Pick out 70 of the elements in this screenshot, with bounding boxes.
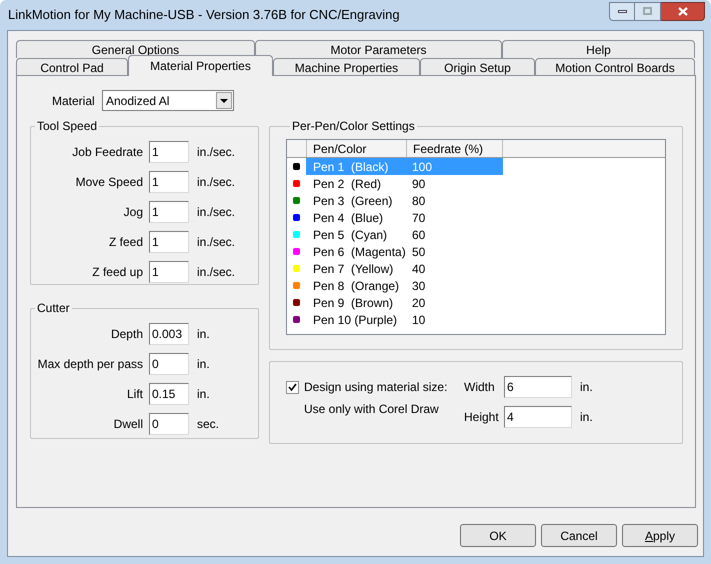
maximize-button[interactable] [635, 2, 661, 20]
field-label: Job Feedrate [71, 144, 144, 161]
input-field[interactable]: 0 [149, 353, 189, 375]
unit-label: in./sec. [197, 234, 236, 251]
tab[interactable]: General Options [16, 40, 255, 58]
unit-label: in./sec. [197, 144, 236, 161]
tab[interactable]: Control Pad [16, 58, 128, 76]
unit-label: in. [197, 356, 210, 373]
unit-label: in. [580, 409, 593, 426]
field-label: Z feed [108, 234, 144, 251]
group-title: Cutter [36, 300, 71, 317]
pen-row[interactable]: Pen 8 (Orange) 30 [306, 277, 503, 294]
pen-row[interactable]: Pen 7 (Yellow) 40 [306, 260, 503, 277]
field-label: Width [464, 379, 496, 396]
field-label: Move Speed [74, 174, 144, 191]
field-label: Height [464, 409, 500, 426]
unit-label: in. [197, 386, 210, 403]
unit-label: in./sec. [197, 264, 236, 281]
minimize-button[interactable] [609, 2, 635, 20]
input-field[interactable]: 0 [149, 413, 189, 435]
input-field[interactable]: 0.15 [149, 383, 189, 405]
input-field[interactable]: 1 [149, 201, 189, 223]
field-label: Jog [122, 204, 144, 221]
window-title: LinkMotion for My Machine-USB - Version 3.76B for CNC/Engraving [8, 6, 400, 24]
input-field[interactable]: 6 [504, 376, 572, 398]
checkbox-label: Design using material size: [304, 379, 448, 396]
dialog-button[interactable]: Apply [622, 524, 698, 547]
unit-label: sec. [197, 416, 220, 433]
checkbox[interactable] [286, 380, 299, 394]
pen-row[interactable]: Pen 6 (Magenta) 50 [306, 243, 503, 260]
tab[interactable]: Motor Parameters [255, 40, 502, 58]
pen-row[interactable]: Pen 5 (Cyan) 60 [306, 226, 503, 243]
pen-row[interactable]: Pen 2 (Red) 90 [306, 175, 503, 192]
input-field[interactable]: 4 [504, 406, 572, 428]
dialog-button[interactable]: Cancel [541, 524, 617, 547]
close-icon [678, 6, 688, 16]
unit-label: in. [580, 379, 593, 396]
tab[interactable]: Origin Setup [420, 58, 535, 76]
group-title: Tool Speed [36, 118, 98, 135]
field-label: Z feed up [91, 264, 144, 281]
check-icon [288, 382, 297, 392]
tab[interactable]: Motion Control Boards [535, 58, 695, 76]
caret-icon [220, 98, 228, 102]
pen-row[interactable]: Pen 3 (Green) 80 [306, 192, 503, 209]
material-label: Material [52, 92, 96, 110]
close-button[interactable] [661, 2, 705, 20]
tab[interactable]: Help [502, 40, 695, 58]
input-field[interactable]: 1 [149, 171, 189, 193]
input-field[interactable]: 1 [149, 141, 189, 163]
pen-row[interactable]: Pen 4 (Blue) 70 [306, 209, 503, 226]
input-field[interactable]: 1 [149, 231, 189, 253]
group-title: Per-Pen/Color Settings [291, 118, 416, 135]
field-label: Lift [126, 386, 144, 403]
unit-label: in./sec. [197, 174, 236, 191]
field-label: Depth [110, 326, 144, 343]
dialog-button[interactable]: OK [460, 524, 536, 547]
input-field[interactable]: 1 [149, 261, 189, 283]
tab[interactable]: Material Properties [128, 55, 273, 76]
note-text: Use only with Corel Draw [304, 401, 440, 418]
tab[interactable]: Machine Properties [273, 58, 420, 76]
unit-label: in./sec. [197, 204, 236, 221]
pen-row[interactable]: Pen 10 (Purple) 10 [306, 311, 503, 328]
column-header[interactable]: Feedrate (%) [407, 140, 503, 157]
pen-row[interactable]: Pen 9 (Brown) 20 [306, 294, 503, 311]
column-header[interactable]: Pen/Color [307, 140, 407, 157]
unit-label: in. [197, 326, 210, 343]
input-field[interactable]: 0.003 [149, 323, 189, 345]
material-dropdown[interactable]: Anodized Al [102, 90, 234, 111]
field-label: Dwell [112, 416, 144, 433]
field-label: Max depth per pass [36, 356, 144, 373]
